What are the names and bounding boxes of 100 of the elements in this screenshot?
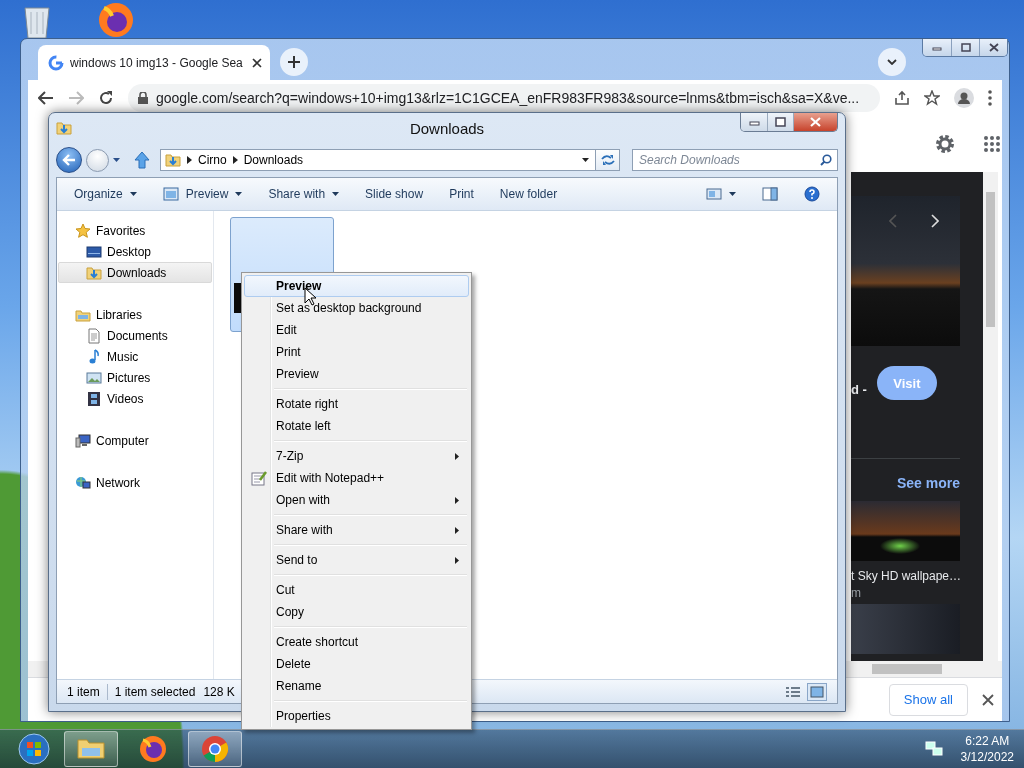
breadcrumb-item[interactable]: Downloads: [243, 153, 304, 167]
chrome-icon: [200, 734, 230, 764]
apps-grid-icon[interactable]: [984, 136, 1000, 152]
menu-item[interactable]: Create shortcut: [244, 631, 469, 653]
back-arrow-icon[interactable]: [38, 91, 54, 105]
address-bar[interactable]: Cirno Downloads: [160, 149, 596, 171]
breadcrumb-arrow-icon: [232, 156, 238, 164]
address-field[interactable]: google.com/search?q=windows+10+img13&rlz=1C1GCEA_enFR983FR983&source=lnms&tbm=isch&sa=X&ve...: [128, 84, 880, 112]
item-count: 1 item: [67, 684, 100, 699]
folder-icon: [165, 152, 181, 168]
history-caret-icon[interactable]: [113, 158, 120, 162]
close-button[interactable]: [793, 113, 837, 131]
picture-icon: [86, 369, 102, 386]
tab-search-button[interactable]: [878, 48, 906, 76]
show-all-button[interactable]: Show all: [888, 683, 968, 716]
nav-item[interactable]: Libraries: [58, 304, 212, 325]
caret-icon: [729, 192, 736, 196]
view-icon: [706, 188, 722, 200]
menu-item[interactable]: Send to: [244, 549, 469, 571]
chevron-down-icon: [887, 59, 897, 65]
toolbar-button[interactable]: Preview: [153, 182, 252, 206]
breadcrumb-item[interactable]: Cirno: [198, 153, 227, 167]
see-more-link[interactable]: See more: [851, 475, 960, 491]
star-outline-icon[interactable]: [924, 90, 940, 106]
vertical-scrollbar[interactable]: [983, 172, 998, 661]
desktop-icon: [86, 243, 102, 260]
folder-icon: [56, 120, 72, 136]
photo-placeholder[interactable]: [851, 501, 960, 561]
menu-item[interactable]: Rename: [244, 675, 469, 697]
minimize-button[interactable]: [923, 39, 951, 56]
firefox-icon: [96, 0, 136, 38]
menu-item[interactable]: Open with: [244, 489, 469, 511]
menu-item[interactable]: Preview: [244, 275, 469, 297]
close-button[interactable]: [979, 39, 1007, 56]
film-strip-icon: [86, 390, 102, 407]
maximize-button[interactable]: [767, 113, 793, 131]
result-title: d -: [851, 381, 867, 397]
nav-item[interactable]: Computer: [58, 430, 212, 451]
preview-pane-icon: [762, 187, 778, 201]
menu-item[interactable]: Edit: [244, 319, 469, 341]
help-icon: [804, 186, 820, 202]
search-field[interactable]: Search Downloads: [632, 149, 838, 171]
thumbnail-view-button[interactable]: [807, 682, 827, 701]
settings-icon[interactable]: [934, 133, 956, 155]
back-arrow-icon: [62, 154, 76, 166]
recycle-bin-icon: [22, 4, 52, 40]
downloads-folder-icon: [86, 264, 102, 281]
menu-item[interactable]: Print: [244, 341, 469, 363]
close-icon[interactable]: [252, 57, 262, 68]
refresh-arrows-icon: [599, 154, 616, 166]
menu-item[interactable]: Set as desktop background: [244, 297, 469, 319]
menu-item[interactable]: Properties: [244, 705, 469, 727]
menu-item[interactable]: Copy: [244, 601, 469, 623]
menu-item[interactable]: 7-Zip: [244, 445, 469, 467]
menu-item[interactable]: Preview: [244, 363, 469, 385]
network-tray-icon[interactable]: [924, 741, 943, 757]
browser-tab[interactable]: windows 10 img13 - Google Sea: [38, 45, 270, 80]
refresh-button[interactable]: [596, 149, 620, 171]
taskbar-app-button[interactable]: [64, 731, 118, 767]
clock-time[interactable]: 6:22 AM: [965, 734, 1010, 748]
nav-item[interactable]: Pictures: [58, 367, 212, 388]
lock-icon: [138, 92, 148, 104]
up-arrow-icon[interactable]: [134, 151, 150, 169]
reload-icon[interactable]: [98, 90, 114, 106]
notepad-icon: [251, 470, 267, 486]
clock-date[interactable]: 3/12/2022: [960, 750, 1014, 764]
new-tab-button[interactable]: [280, 48, 308, 76]
related-caption: t Sky HD wallpape…: [851, 569, 962, 583]
back-button[interactable]: [56, 147, 82, 173]
menu-item[interactable]: Edit with Notepad++: [244, 467, 469, 489]
nav-item[interactable]: Desktop: [58, 241, 212, 262]
nav-item[interactable]: Network: [58, 472, 212, 493]
star-icon: [75, 222, 91, 239]
menu-item[interactable]: Cut: [244, 579, 469, 601]
nav-item[interactable]: Music: [58, 346, 212, 367]
maximize-button[interactable]: [951, 39, 979, 56]
chevron-right-icon[interactable]: [931, 214, 939, 228]
breadcrumb-arrow-icon: [187, 156, 192, 164]
toolbar-button[interactable]: Organize: [65, 182, 146, 206]
share-icon[interactable]: [894, 90, 910, 106]
menu-dots-icon[interactable]: [988, 90, 992, 106]
menu-item[interactable]: Share with: [244, 519, 469, 541]
close-icon[interactable]: [982, 693, 994, 706]
nav-item[interactable]: Videos: [58, 388, 212, 409]
nav-item[interactable]: Downloads: [58, 262, 212, 283]
profile-icon[interactable]: [954, 88, 974, 108]
toolbar-button[interactable]: Share with: [259, 182, 349, 206]
toolbar-button[interactable]: Print: [440, 182, 483, 206]
toolbar-button[interactable]: New folder: [490, 182, 567, 206]
menu-item[interactable]: Delete: [244, 653, 469, 675]
menu-item[interactable]: Rotate right: [244, 393, 469, 415]
menu-item[interactable]: Rotate left: [244, 415, 469, 437]
file-size: 128 K: [203, 684, 235, 699]
minimize-button[interactable]: [741, 113, 767, 131]
network-icon: [75, 474, 91, 491]
taskbar-app-button[interactable]: [188, 731, 242, 767]
toolbar-button[interactable]: Slide show: [356, 182, 433, 206]
g-logo-icon: [48, 54, 64, 71]
nav-item[interactable]: Favorites: [58, 220, 212, 241]
nav-item[interactable]: Documents: [58, 325, 212, 346]
